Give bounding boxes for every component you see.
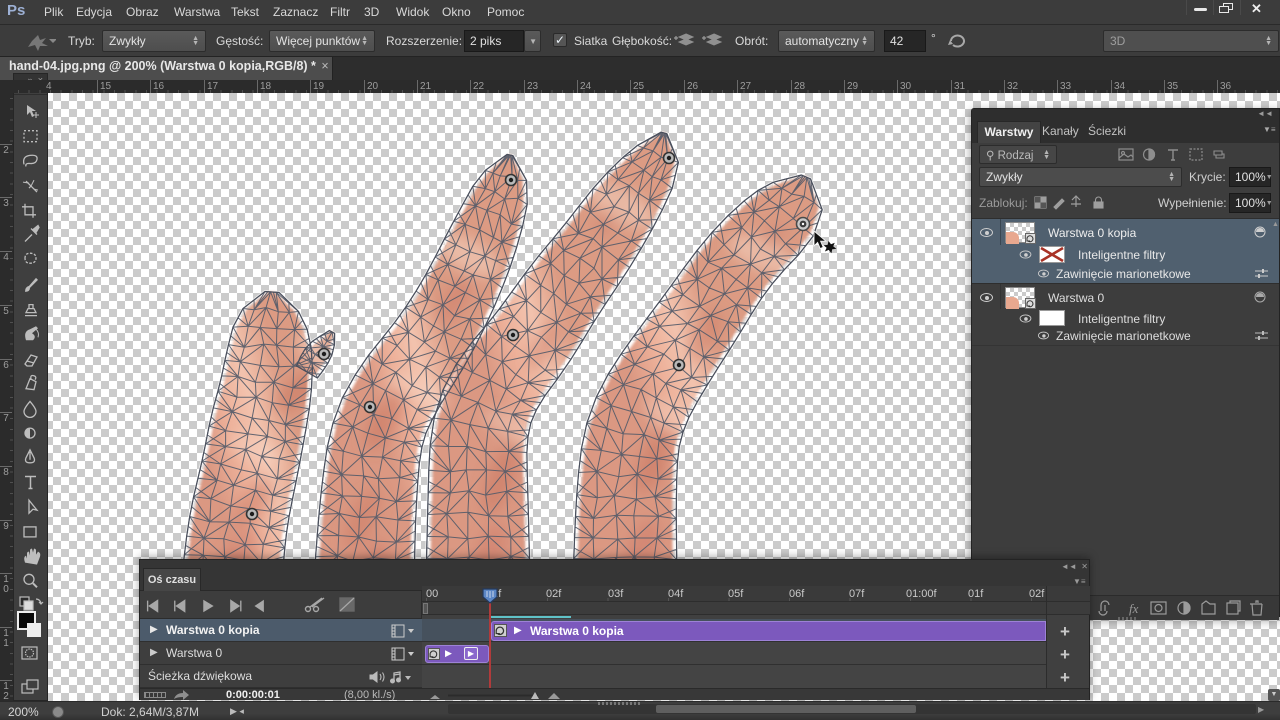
- svg-text:fx: fx: [1129, 601, 1139, 616]
